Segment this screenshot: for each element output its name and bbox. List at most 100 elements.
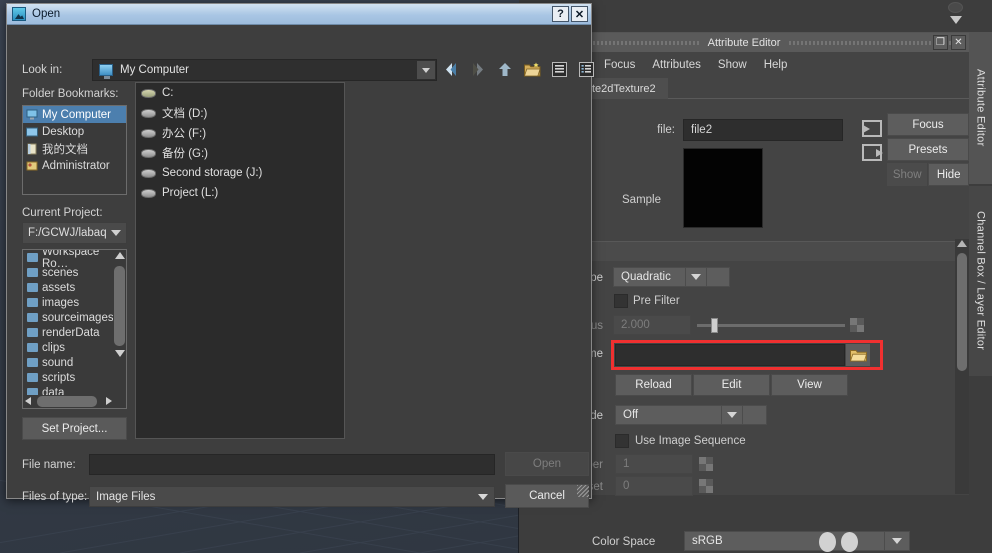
files-of-type-chevron-down-icon[interactable] <box>472 487 494 506</box>
frame-offset-field[interactable]: 0 <box>615 476 693 496</box>
open-button[interactable]: Open <box>505 452 589 476</box>
scroll-left-arrow-icon[interactable] <box>25 397 31 405</box>
tree-item[interactable]: Workspace Ro… <box>23 250 126 270</box>
close-icon[interactable]: ✕ <box>951 35 966 50</box>
color-space-select[interactable]: sRGB <box>684 531 906 551</box>
pre-filter-radius-field[interactable]: 2.000 <box>613 315 691 335</box>
file-name-field[interactable]: file2 <box>683 119 843 141</box>
folder-icon <box>27 328 38 337</box>
help-button[interactable]: ? <box>552 6 569 22</box>
list-item[interactable]: Project (L:) <box>136 183 344 203</box>
vtab-channel-box-layer-editor[interactable]: Channel Box / Layer Editor <box>969 186 992 376</box>
list-view-icon[interactable] <box>549 59 569 79</box>
input-connection-icon[interactable] <box>862 120 882 137</box>
hide-button[interactable]: Hide <box>928 163 969 186</box>
reload-button[interactable]: Reload <box>615 374 692 396</box>
output-connection-icon[interactable] <box>862 144 883 161</box>
resize-grip-icon[interactable] <box>577 485 589 497</box>
scroll-up-arrow-icon[interactable] <box>115 252 125 259</box>
detail-view-icon[interactable] <box>576 59 596 79</box>
tree-vertical-scrollbar[interactable] <box>113 250 126 396</box>
set-project-button[interactable]: Set Project... <box>22 417 127 440</box>
menu-focus[interactable]: Focus <box>604 59 635 71</box>
use-image-sequence-label: Use Image Sequence <box>635 435 746 447</box>
image-number-field[interactable]: 1 <box>615 454 693 474</box>
tree-item[interactable]: assets <box>23 280 126 295</box>
bookmark-my-computer[interactable]: My Computer <box>23 106 126 123</box>
tree-hscroll-thumb[interactable] <box>37 396 97 407</box>
bookmark-my-documents[interactable]: 我的文档 <box>23 140 126 157</box>
menu-attributes[interactable]: Attributes <box>652 59 701 71</box>
pre-filter-radius-attr-icon[interactable] <box>850 318 864 332</box>
tree-horizontal-scrollbar[interactable] <box>23 395 115 408</box>
menu-show[interactable]: Show <box>718 59 747 71</box>
up-one-level-icon[interactable] <box>495 59 515 79</box>
use-image-sequence-checkbox[interactable] <box>615 434 629 448</box>
color-space-toggle-b-icon[interactable] <box>841 532 858 552</box>
tree-item-label: scripts <box>42 371 76 384</box>
edit-button[interactable]: Edit <box>693 374 770 396</box>
project-folder-tree[interactable]: Workspace Ro… scenes assets images sourc… <box>22 249 127 409</box>
pre-filter-radius-slider-thumb[interactable] <box>711 318 718 333</box>
pre-filter-checkbox[interactable] <box>614 294 628 308</box>
file-list-pane[interactable]: C: 文档 (D:) 办公 (F:) 备份 (G:) Second storag… <box>135 82 345 439</box>
dock-top-controls[interactable] <box>944 1 970 31</box>
presets-button[interactable]: Presets <box>887 138 969 161</box>
folder-bookmarks-list[interactable]: My Computer Desktop 我的文档 Administrator <box>22 105 127 195</box>
menu-help[interactable]: Help <box>764 59 788 71</box>
list-item[interactable]: 办公 (F:) <box>136 123 344 143</box>
files-of-type-combobox[interactable]: Image Files <box>89 486 495 507</box>
image-name-field[interactable] <box>615 344 845 366</box>
image-number-attr-icon[interactable] <box>699 457 713 471</box>
image-name-browse-folder-icon[interactable] <box>846 344 870 366</box>
scroll-up-arrow-icon[interactable] <box>957 240 967 247</box>
back-icon[interactable] <box>441 59 461 79</box>
tree-item[interactable]: images <box>23 295 126 310</box>
folder-icon <box>27 253 38 262</box>
bookmark-administrator[interactable]: Administrator <box>23 157 126 174</box>
filter-type-chevron-down-icon[interactable] <box>685 267 707 287</box>
look-in-combobox[interactable]: My Computer <box>92 59 437 81</box>
tree-item[interactable]: clips <box>23 340 126 355</box>
tree-item[interactable]: renderData <box>23 325 126 340</box>
bookmark-desktop[interactable]: Desktop <box>23 123 126 140</box>
tree-item[interactable]: scripts <box>23 370 126 385</box>
tree-vscroll-thumb[interactable] <box>114 266 125 346</box>
pre-filter-radius-slider-track[interactable] <box>697 324 845 327</box>
scrollbar-thumb[interactable] <box>957 253 967 371</box>
computer-icon <box>26 109 38 121</box>
show-button[interactable]: Show <box>887 163 928 186</box>
look-in-chevron-down-icon[interactable] <box>417 61 435 79</box>
scroll-down-arrow-icon[interactable] <box>115 350 125 357</box>
uv-tiling-chevron-down-icon[interactable] <box>721 405 743 425</box>
dock-chevron-down-icon[interactable] <box>950 16 962 24</box>
attribute-editor-window-buttons[interactable]: ❐ ✕ <box>933 35 966 50</box>
current-project-combobox[interactable]: F:/GCWJ/labaqu <box>22 222 127 244</box>
focus-button[interactable]: Focus <box>887 113 969 136</box>
tab-te2dtexture2[interactable]: te2dTexture2 <box>582 78 668 99</box>
file-name-input[interactable] <box>89 454 495 475</box>
drive-icon <box>141 188 156 198</box>
view-button[interactable]: View <box>771 374 848 396</box>
current-project-chevron-down-icon[interactable] <box>106 223 126 243</box>
list-item[interactable]: Second storage (J:) <box>136 163 344 183</box>
color-space-toggle-a-icon[interactable] <box>819 532 836 552</box>
folder-icon <box>27 373 38 382</box>
tree-item[interactable]: sourceimages <box>23 310 126 325</box>
tree-item[interactable]: sound <box>23 355 126 370</box>
new-folder-icon[interactable] <box>522 59 542 79</box>
close-button[interactable]: ✕ <box>571 6 588 22</box>
vtab-attribute-editor[interactable]: Attribute Editor <box>969 32 992 184</box>
scroll-right-arrow-icon[interactable] <box>106 397 112 405</box>
uv-tiling-mode-select[interactable]: Off <box>615 405 767 425</box>
sample-swatch[interactable] <box>683 148 763 228</box>
list-item[interactable]: C: <box>136 83 344 103</box>
drive-icon <box>141 108 156 118</box>
list-item[interactable]: 备份 (G:) <box>136 143 344 163</box>
filter-type-select[interactable]: Quadratic <box>613 267 730 287</box>
color-space-chevron-down-icon[interactable] <box>884 531 910 551</box>
restore-icon[interactable]: ❐ <box>933 35 948 50</box>
frame-offset-attr-icon[interactable] <box>699 479 713 493</box>
attribute-editor-scrollbar[interactable] <box>955 239 969 494</box>
list-item[interactable]: 文档 (D:) <box>136 103 344 123</box>
